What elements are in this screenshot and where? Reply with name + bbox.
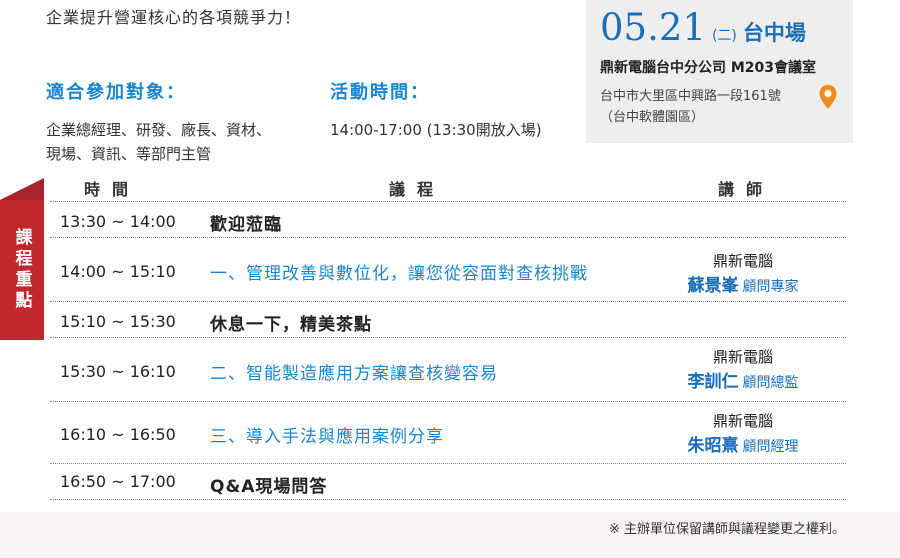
event-address-note: （台中軟體園區）: [600, 110, 705, 125]
event-date: 05.21: [600, 6, 706, 49]
agenda-row: 16:50 ~ 17:00 Q&A現場問答: [50, 464, 846, 500]
footer-note: ※ 主辦單位保留講師與議程變更之權利。: [608, 522, 845, 537]
speaker-block: 鼎新電腦 朱昭熹 顧問經理: [668, 410, 818, 456]
side-tab-course-highlights: 課程重點: [0, 200, 44, 340]
row-topic-link[interactable]: 二、智能製造應用方案讓查核變容易: [210, 359, 498, 384]
speaker-title: 顧問經理: [742, 439, 799, 455]
audience-heading: 適合參加對象：: [46, 82, 186, 103]
row-topic-link[interactable]: 三、導入手法與應用案例分享: [210, 422, 444, 447]
agenda-row: 16:10 ~ 16:50 三、導入手法與應用案例分享 鼎新電腦 朱昭熹 顧問經理: [50, 402, 846, 464]
speaker-title: 顧問專家: [742, 279, 799, 295]
agenda-row: 14:00 ~ 15:10 一、管理改善與數位化，讓您從容面對查核挑戰 鼎新電腦…: [50, 238, 846, 302]
event-weekday: (二): [711, 28, 737, 44]
date-line: 05.21 (二) 台中場: [600, 6, 806, 49]
header-time: 時間: [84, 180, 141, 199]
row-time: 15:30 ~ 16:10: [60, 362, 176, 381]
speaker-org: 鼎新電腦: [712, 252, 773, 270]
side-tab-fold: [0, 178, 44, 200]
event-place: 鼎新電腦台中分公司 M203會議室: [600, 60, 817, 76]
speaker-title: 顧問總監: [742, 375, 799, 391]
speaker-name: 蘇景峯: [687, 276, 739, 296]
row-time: 15:10 ~ 15:30: [60, 312, 176, 331]
date-venue-box: 05.21 (二) 台中場 鼎新電腦台中分公司 M203會議室 台中市大里區中興路一…: [586, 0, 853, 143]
row-time: 13:30 ~ 14:00: [60, 212, 176, 231]
row-topic: Q&A現場問答: [210, 477, 328, 497]
map-pin-icon: [819, 85, 837, 109]
speaker-org: 鼎新電腦: [712, 412, 773, 430]
speaker-name: 朱昭熹: [687, 436, 739, 456]
agenda-row: 13:30 ~ 14:00 歡迎蒞臨: [50, 202, 846, 238]
audience-body: 企業總經理、研發、廠長、資材、 現場、資訊、等部門主管: [46, 118, 316, 166]
event-time-section: 活動時間： 14:00-17:00 (13:30開放入場): [330, 78, 580, 142]
event-address: 台中市大里區中興路一段161號: [600, 89, 781, 104]
event-venue: 台中場: [742, 21, 806, 45]
header-agenda: 議程: [389, 180, 446, 199]
speaker-name: 李訓仁: [687, 372, 739, 392]
speaker-block: 鼎新電腦 蘇景峯 顧問專家: [668, 250, 818, 296]
row-topic: 歡迎蒞臨: [210, 215, 282, 235]
audience-section: 適合參加對象： 企業總經理、研發、廠長、資材、 現場、資訊、等部門主管: [46, 78, 316, 166]
event-time-text: 14:00-17:00 (13:30開放入場): [330, 121, 542, 139]
speaker-block: 鼎新電腦 李訓仁 顧問總監: [668, 346, 818, 392]
row-topic: 休息一下，精美茶點: [210, 315, 372, 335]
row-time: 16:50 ~ 17:00: [60, 472, 176, 491]
intro-text: 企業提升營運核心的各項競爭力！: [46, 8, 302, 27]
audience-line-2: 現場、資訊、等部門主管: [46, 145, 212, 163]
speaker-org: 鼎新電腦: [712, 348, 773, 366]
audience-line-1: 企業總經理、研發、廠長、資材、: [46, 121, 272, 139]
event-time-heading: 活動時間：: [330, 82, 430, 103]
agenda-row: 15:30 ~ 16:10 二、智能製造應用方案讓查核變容易 鼎新電腦 李訓仁顧…: [50, 338, 846, 402]
header-speaker: 講師: [718, 180, 775, 199]
agenda-row: 15:10 ~ 15:30 休息一下，精美茶點: [50, 302, 846, 338]
row-time: 16:10 ~ 16:50: [60, 425, 176, 444]
row-topic-link[interactable]: 一、管理改善與數位化，讓您從容面對查核挑戰: [210, 259, 588, 284]
row-time: 14:00 ~ 15:10: [60, 262, 176, 281]
side-tab-label: 課程重點: [11, 228, 32, 312]
